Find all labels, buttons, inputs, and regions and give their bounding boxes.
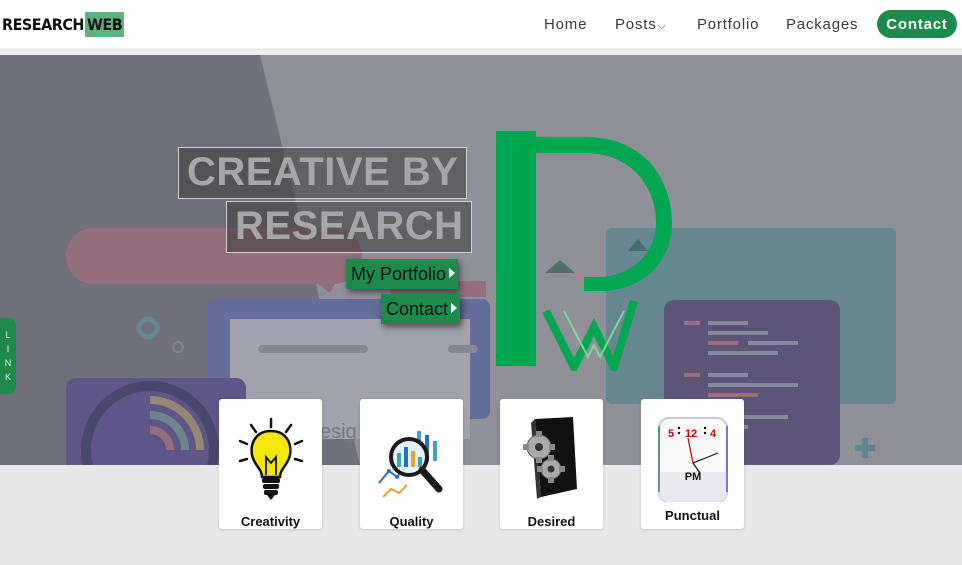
my-portfolio-button[interactable]: My Portfolio [346,259,459,289]
hero-headline-line2: RESEARCH [226,201,473,253]
side-link-letter: K [4,371,11,382]
feature-card-quality[interactable]: Quality [360,399,463,529]
nav-packages-link[interactable]: Packages [786,16,858,33]
hero-contact-label: Contact [386,299,449,319]
clock-digit: 4 [710,428,717,440]
logo-text-research: RESEARCH [2,15,84,34]
navbar-divider [0,48,962,55]
my-portfolio-label: My Portfolio [351,264,447,284]
side-link-letter: N [4,357,12,368]
feature-label: Quality [389,514,434,529]
hero-dim-overlay [0,55,962,465]
nav-home-link[interactable]: Home [544,16,587,33]
nav-posts-dropdown[interactable]: Posts⌵ [615,16,667,33]
nav-portfolio-link[interactable]: Portfolio [697,16,759,33]
hero-contact-button[interactable]: Contact [381,294,461,324]
rw-monogram-logo [496,131,672,371]
clock-icon: 5 12 4 PM [658,417,728,502]
play-arrow-icon [451,303,458,313]
feature-label: Punctual [665,508,720,523]
side-link-letter: L [5,329,11,340]
feature-label: Desired [527,514,576,529]
feature-card-punctual[interactable]: 5 12 4 PM Punctual [641,399,744,529]
hero-headline-line1: CREATIVE BY [178,147,468,199]
feature-label: Creativity [240,514,301,529]
logo-text-web: WEB [84,12,125,37]
nav-posts-label: Posts [615,16,657,33]
analytics-magnifier-icon [378,431,443,498]
clock-digit: 5 [668,428,674,440]
side-link-letter: I [6,343,10,354]
top-navbar: RESEARCH WEB Home Posts⌵ Portfolio Packag… [0,0,962,48]
side-link-tab[interactable]: L I N K [0,318,16,394]
chevron-down-icon: ⌵ [657,20,667,32]
clock-period: PM [685,471,702,483]
play-arrow-icon [449,268,456,278]
hero-section: esig CREATIVE BY RESEARCH My Portfolio C… [0,55,962,465]
gears-icon [523,417,577,499]
lightbulb-icon [238,417,304,500]
feature-card-desired[interactable]: Desired [500,399,603,529]
nav-contact-button[interactable]: Contact [877,10,957,38]
site-logo[interactable]: RESEARCH WEB [2,11,125,38]
clock-digit: 12 [685,428,697,440]
feature-card-creativity[interactable]: Creativity [219,399,322,529]
